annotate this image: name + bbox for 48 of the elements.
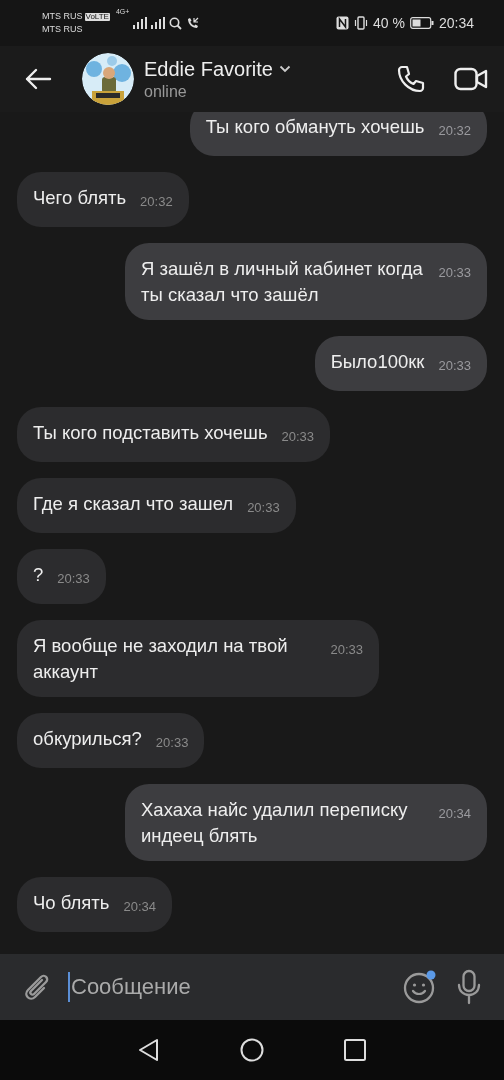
signal-icon <box>151 17 166 29</box>
chevron-down-icon[interactable] <box>278 65 291 73</box>
message-field[interactable]: Сообщение <box>68 972 384 1002</box>
message-text: ? <box>33 564 44 585</box>
message-time: 20:33 <box>247 499 280 517</box>
message-text: Я вообще не заходил на твой аккаунт <box>33 635 288 682</box>
message-text: Было100кк <box>330 351 425 372</box>
volte-badge: VoLTE <box>84 12 110 21</box>
message-text: Чего блять <box>33 187 127 208</box>
microphone-icon[interactable] <box>456 969 482 1005</box>
message-time: 20:32 <box>140 193 173 211</box>
message-time: 20:33 <box>438 357 471 375</box>
message-text: Где я сказал что зашел <box>33 493 234 514</box>
message-time: 20:32 <box>438 122 471 140</box>
message-text: Ты кого обмануть хочешь <box>205 116 425 137</box>
message-time: 20:33 <box>155 734 189 752</box>
battery-icon <box>409 17 434 29</box>
message-time: 20:33 <box>330 641 363 659</box>
message-time: 20:33 <box>281 428 315 446</box>
message-time: 20:33 <box>57 570 90 588</box>
attach-icon[interactable] <box>22 972 50 1002</box>
home-icon[interactable] <box>240 1038 264 1062</box>
nfc-icon <box>336 16 350 30</box>
contact-status: online <box>144 82 188 101</box>
message-text: Чо блять <box>33 892 110 913</box>
message-time: 20:34 <box>123 898 156 916</box>
battery-percent: 40 % <box>373 15 405 31</box>
back-icon[interactable] <box>24 68 52 90</box>
missed-call-icon <box>186 16 200 30</box>
message-time: 20:33 <box>438 264 471 282</box>
carrier-name: MTS RUS <box>42 10 83 23</box>
message-time: 20:34 <box>438 805 471 823</box>
message-text: Ты кого подставить хочешь <box>33 422 268 443</box>
video-call-icon[interactable] <box>454 67 488 91</box>
message-text: обкурилься? <box>33 728 142 749</box>
message-text: Хахаха найс удалил переписку индеец блять <box>141 799 408 846</box>
back-icon[interactable] <box>138 1038 160 1062</box>
contact-name[interactable]: Eddie Favorite <box>144 57 273 81</box>
carrier-name: MTS RUS <box>42 23 84 36</box>
status-time: 20:34 <box>438 15 474 31</box>
emoji-icon[interactable] <box>402 969 438 1005</box>
message-input-bar[interactable]: Сообщение <box>0 954 504 1020</box>
recents-icon[interactable] <box>344 1039 366 1061</box>
vibrate-icon <box>354 16 369 30</box>
signal-icon <box>133 17 148 29</box>
phone-icon[interactable] <box>396 64 426 94</box>
search-icon <box>169 16 183 30</box>
message-text: Я зашёл в личный кабинет когда ты сказал что зашёл <box>141 258 423 305</box>
